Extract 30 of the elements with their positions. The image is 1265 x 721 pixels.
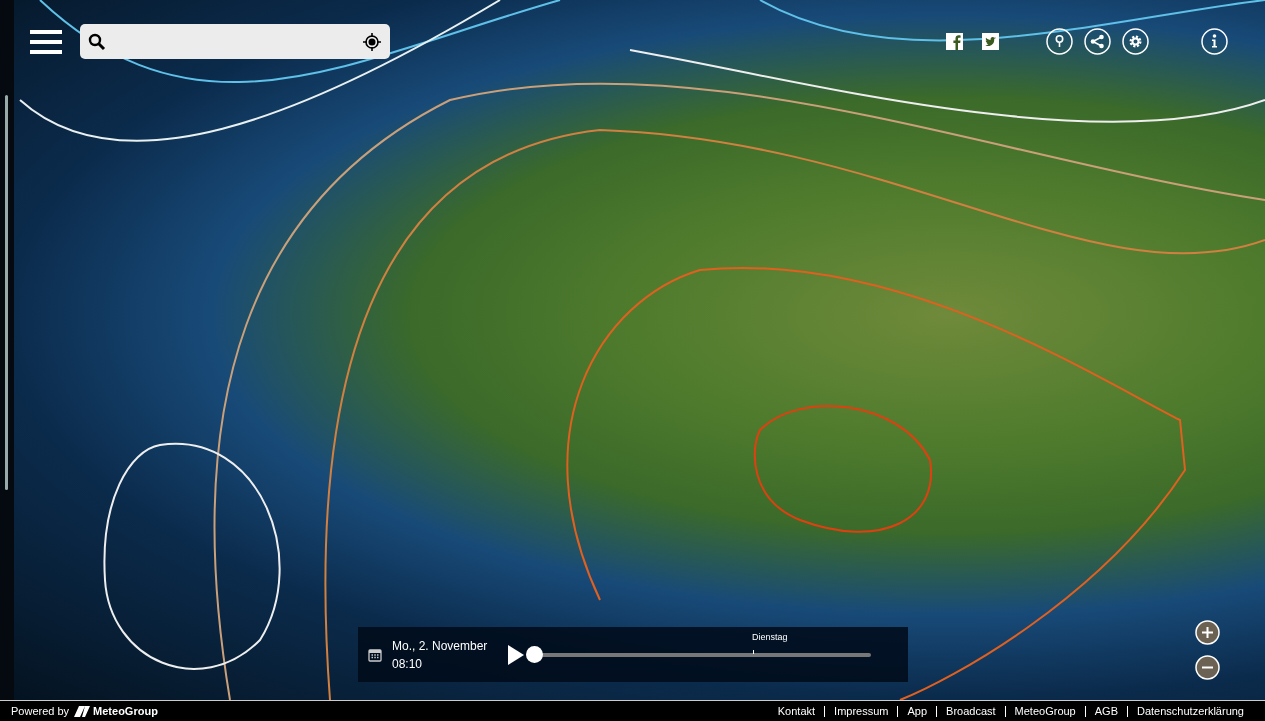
powered-by-text: Powered by <box>11 705 70 717</box>
logo[interactable]: MeteoGroup <box>74 705 158 717</box>
zoom-in-button[interactable] <box>1195 620 1220 645</box>
calendar-icon[interactable] <box>368 647 382 662</box>
search-field[interactable] <box>80 24 390 59</box>
location-pin-icon[interactable] <box>1046 28 1073 55</box>
footer-link[interactable]: AGB <box>1084 705 1127 717</box>
time-label: 08:10 <box>392 655 424 673</box>
footer-link[interactable]: Impressum <box>824 705 898 717</box>
facebook-icon[interactable] <box>946 33 963 50</box>
scrollbar[interactable] <box>5 95 8 490</box>
menu-icon[interactable] <box>30 29 62 54</box>
locate-icon[interactable] <box>362 31 382 52</box>
footer-link[interactable]: MeteoGroup <box>1004 705 1085 717</box>
day-marker-label: Dienstag <box>752 632 788 642</box>
footer-link[interactable]: Broadcast <box>936 705 1005 717</box>
logo-text: MeteoGroup <box>93 705 158 717</box>
footer-link[interactable]: Datenschutzerklärung <box>1127 705 1253 717</box>
slider-thumb[interactable] <box>526 645 543 663</box>
zoom-out-button[interactable] <box>1195 655 1220 680</box>
settings-icon[interactable] <box>1122 28 1149 55</box>
footer-link[interactable]: App <box>897 705 937 717</box>
info-icon[interactable] <box>1201 28 1228 55</box>
play-button[interactable] <box>508 644 524 665</box>
share-icon[interactable] <box>1084 28 1111 55</box>
date-label: Mo., 2. November <box>392 637 489 655</box>
logo-icon <box>74 705 91 717</box>
twitter-icon[interactable] <box>982 33 999 50</box>
search-icon <box>88 32 106 51</box>
footer-link[interactable]: Kontakt <box>768 705 825 717</box>
